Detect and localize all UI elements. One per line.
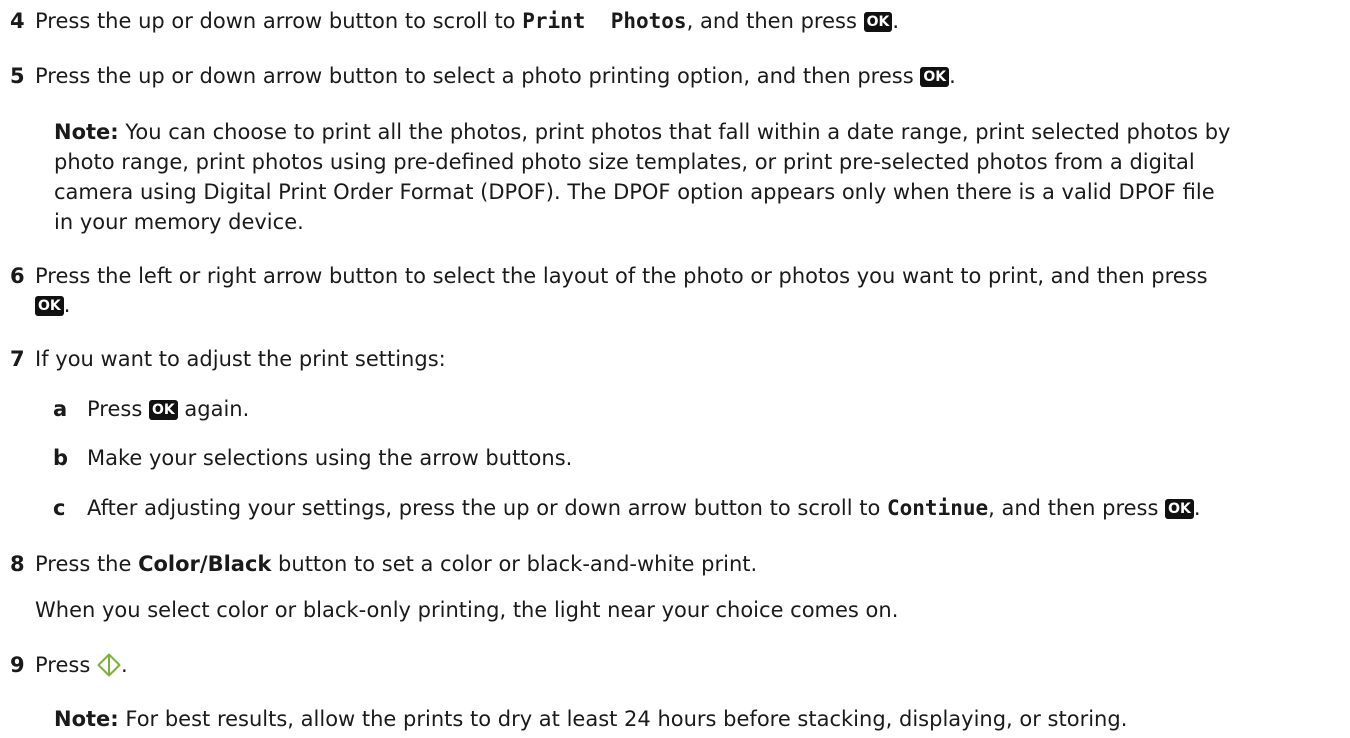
code-print-photos: Print Photos: [522, 9, 687, 33]
step-9-text: Press .: [35, 651, 128, 684]
step-4-text: Press the up or down arrow button to scr…: [35, 7, 899, 35]
start-button-icon: [97, 653, 121, 684]
substep-letter: a: [53, 397, 68, 421]
substep-a-pre: Press: [87, 397, 149, 421]
substep-letter: c: [53, 496, 66, 520]
ok-button-icon: OK: [863, 12, 893, 32]
note-1-line-1: Note: You can choose to print all the ph…: [54, 118, 1230, 146]
substep-letter: b: [53, 446, 69, 470]
substep-c-text: After adjusting your settings, press the…: [87, 494, 1201, 522]
note-1-line-4: in your memory device.: [54, 210, 304, 234]
note-1-text-1: You can choose to print all the photos, …: [118, 120, 1231, 144]
step-9-pre: Press: [35, 653, 97, 677]
step-8-line-2: When you select color or black-only prin…: [35, 598, 899, 622]
substep-a-text: Press OK again.: [87, 395, 249, 423]
note-label: Note:: [54, 707, 119, 731]
note-1-line-3: camera using Digital Print Order Format …: [54, 180, 1215, 204]
note-1-line-2: photo range, print photos using pre-defi…: [54, 150, 1195, 174]
step-4-pre: Press the up or down arrow button to scr…: [35, 9, 523, 33]
substep-a-post: again.: [177, 397, 250, 421]
step-5-pre: Press the up or down arrow button to sel…: [35, 64, 921, 88]
step-6-line-2: OK.: [35, 291, 70, 319]
step-8-pre: Press the: [35, 552, 139, 576]
note-2-body: For best results, allow the prints to dr…: [118, 707, 1128, 731]
step-4-post: , and then press: [686, 9, 864, 33]
note-2-text: Note: For best results, allow the prints…: [54, 705, 1127, 733]
note-label: Note:: [54, 120, 119, 144]
step-number: 5: [10, 64, 25, 88]
step-number: 9: [10, 653, 25, 677]
step-6-end: .: [63, 293, 71, 317]
substep-c-pre: After adjusting your settings, press the…: [87, 496, 887, 520]
step-number: 6: [10, 264, 25, 288]
step-5-text: Press the up or down arrow button to sel…: [35, 62, 956, 90]
step-6-line-1: Press the left or right arrow button to …: [35, 264, 1208, 288]
color-black-button-label: Color/Black: [138, 552, 272, 576]
step-7-text: If you want to adjust the print settings…: [35, 347, 446, 371]
substep-c-post: , and then press: [988, 496, 1166, 520]
step-number: 4: [10, 9, 25, 33]
ok-button-icon: OK: [1165, 499, 1194, 519]
substep-c-end: .: [1193, 496, 1201, 520]
step-4-end: .: [892, 9, 899, 33]
step-8-post: button to set a color or black-and-white…: [271, 552, 758, 576]
step-number: 7: [10, 347, 25, 371]
code-continue: Continue: [887, 496, 989, 520]
substep-b-text: Make your selections using the arrow but…: [87, 446, 573, 470]
ok-button-icon: OK: [35, 296, 64, 316]
step-9-end: .: [120, 653, 128, 677]
instructions-document: 4 Press the up or down arrow button to s…: [0, 0, 1350, 738]
step-8-text: Press the Color/Black button to set a co…: [35, 550, 757, 578]
step-5-end: .: [949, 64, 956, 88]
step-number: 8: [10, 552, 25, 576]
ok-button-icon: OK: [148, 400, 178, 420]
ok-button-icon: OK: [920, 67, 950, 87]
